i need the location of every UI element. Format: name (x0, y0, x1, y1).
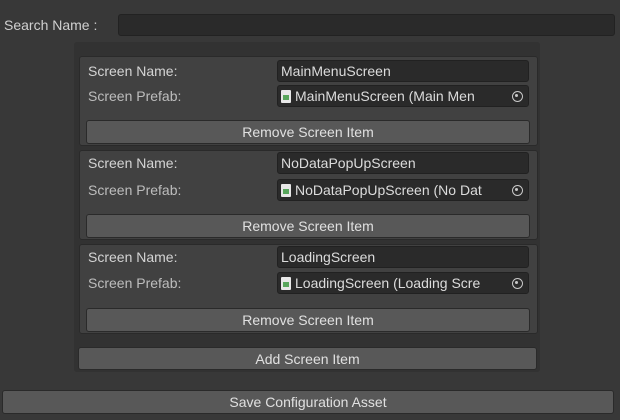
screen-config-inspector: Search Name : Screen Name: MainMenuScree… (0, 0, 620, 420)
object-picker-icon[interactable] (506, 86, 528, 106)
remove-screen-item-button[interactable]: Remove Screen Item (86, 214, 530, 238)
screen-name-value: LoadingScreen (281, 249, 376, 265)
prefab-file-icon (281, 276, 291, 290)
screen-prefab-field[interactable]: MainMenuScreen (Main Men (277, 85, 529, 107)
screen-name-field[interactable]: LoadingScreen (277, 246, 529, 268)
screen-name-field[interactable]: MainMenuScreen (277, 60, 529, 82)
object-picker-icon[interactable] (506, 273, 528, 293)
screen-name-row: Screen Name: MainMenuScreen (88, 60, 529, 82)
prefab-file-icon (281, 183, 291, 197)
screen-name-row: Screen Name: NoDataPopUpScreen (88, 152, 529, 174)
screen-name-value: MainMenuScreen (281, 63, 391, 79)
prefab-file-icon (281, 89, 291, 103)
add-screen-item-button[interactable]: Add Screen Item (78, 347, 537, 370)
screen-prefab-row: Screen Prefab: MainMenuScreen (Main Men (88, 85, 529, 107)
screen-name-value: NoDataPopUpScreen (281, 155, 416, 171)
screen-prefab-row: Screen Prefab: LoadingScreen (Loading Sc… (88, 272, 529, 294)
screen-item: Screen Name: NoDataPopUpScreen Screen Pr… (79, 150, 538, 240)
search-row: Search Name : (4, 13, 615, 37)
search-label: Search Name : (4, 17, 98, 33)
screen-name-label: Screen Name: (88, 63, 178, 79)
screen-item: Screen Name: LoadingScreen Screen Prefab… (79, 244, 538, 334)
screen-name-label: Screen Name: (88, 249, 178, 265)
screen-prefab-value: LoadingScreen (Loading Scre (295, 275, 481, 291)
screen-name-field[interactable]: NoDataPopUpScreen (277, 152, 529, 174)
screen-prefab-label: Screen Prefab: (88, 182, 182, 198)
save-configuration-asset-button[interactable]: Save Configuration Asset (2, 390, 614, 414)
search-input[interactable] (118, 14, 615, 36)
remove-screen-item-button[interactable]: Remove Screen Item (86, 308, 530, 332)
screen-item: Screen Name: MainMenuScreen Screen Prefa… (79, 56, 538, 146)
screen-prefab-label: Screen Prefab: (88, 275, 182, 291)
screen-name-label: Screen Name: (88, 155, 178, 171)
screen-prefab-row: Screen Prefab: NoDataPopUpScreen (No Dat (88, 179, 529, 201)
screen-prefab-label: Screen Prefab: (88, 88, 182, 104)
screen-prefab-field[interactable]: NoDataPopUpScreen (No Dat (277, 179, 529, 201)
object-picker-icon[interactable] (506, 180, 528, 200)
screen-prefab-value: MainMenuScreen (Main Men (295, 88, 475, 104)
remove-screen-item-button[interactable]: Remove Screen Item (86, 120, 530, 144)
screen-prefab-field[interactable]: LoadingScreen (Loading Scre (277, 272, 529, 294)
screen-prefab-value: NoDataPopUpScreen (No Dat (295, 182, 482, 198)
screen-name-row: Screen Name: LoadingScreen (88, 246, 529, 268)
